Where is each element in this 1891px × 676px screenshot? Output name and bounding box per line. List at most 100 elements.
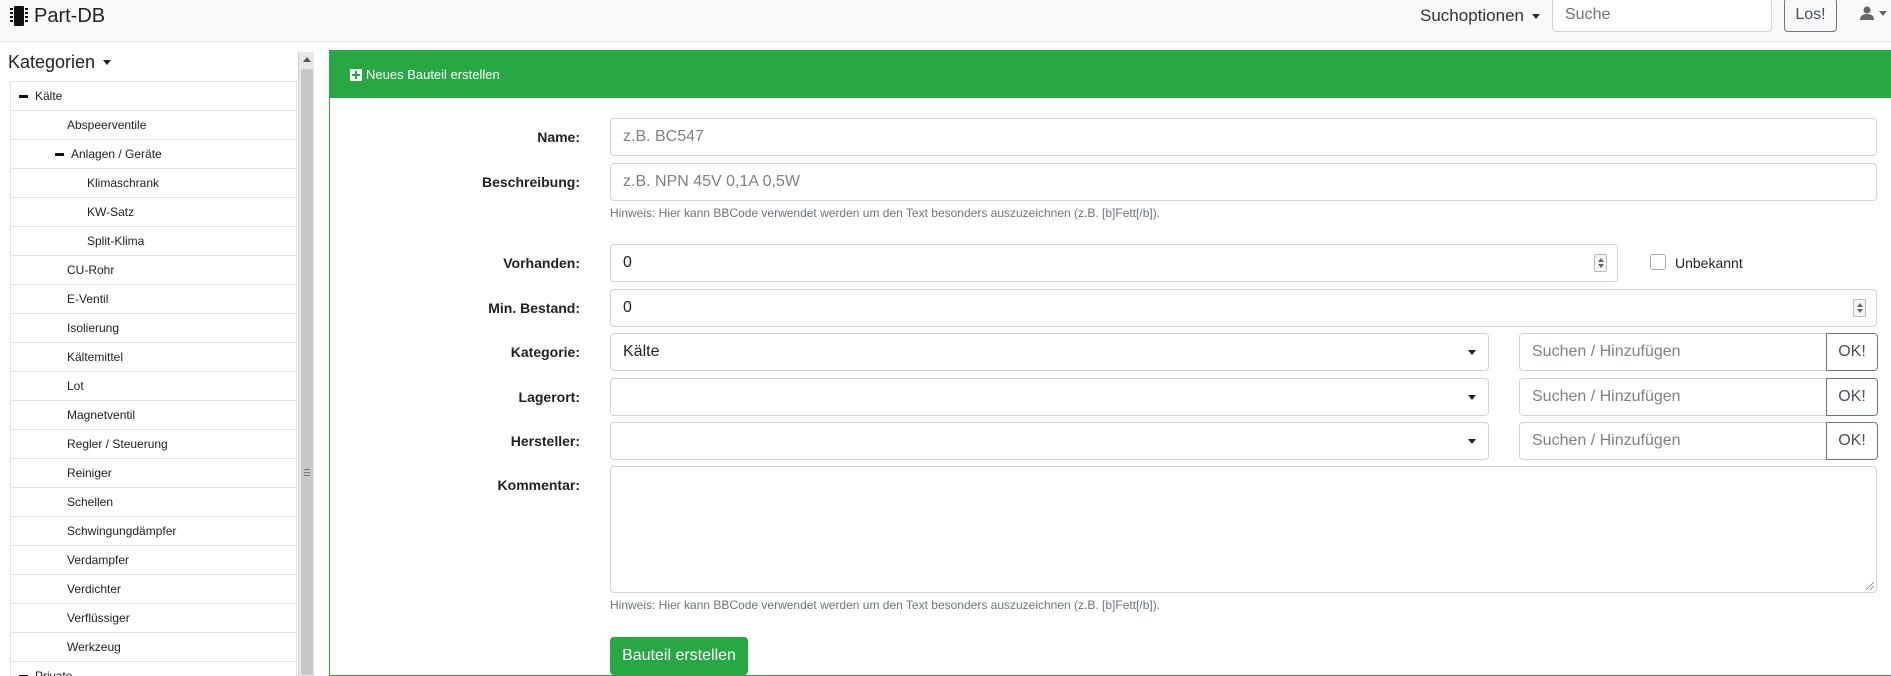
- tree-item[interactable]: Private: [10, 662, 297, 676]
- spinner-icon[interactable]: [1853, 299, 1866, 317]
- tree-item[interactable]: Verflüssiger: [10, 604, 297, 633]
- tree-item-label: Abspeerventile: [67, 118, 147, 132]
- tree-item-label: Verflüssiger: [67, 611, 130, 625]
- user-icon: [1860, 6, 1874, 20]
- storelocation-ok-button[interactable]: OK!: [1826, 378, 1878, 416]
- tree-item-label: Lot: [67, 379, 84, 393]
- tree-item[interactable]: CU-Rohr: [10, 256, 297, 285]
- tree-item-label: Magnetventil: [67, 408, 136, 422]
- tree-item[interactable]: Lot: [10, 372, 297, 401]
- scrollbar-thumb[interactable]: [301, 69, 313, 675]
- brand-text: Part-DB: [34, 4, 106, 27]
- search-button[interactable]: Los!: [1784, 0, 1837, 32]
- manufacturer-select[interactable]: [610, 422, 1489, 460]
- tree-item[interactable]: KW-Satz: [10, 198, 297, 227]
- tree-item[interactable]: Verdampfer: [10, 546, 297, 575]
- comment-hint: Hinweis: Hier kann BBCode verwendet werd…: [610, 598, 1161, 612]
- tree-item-label: Werkzeug: [67, 640, 121, 654]
- comment-label: Kommentar:: [497, 477, 580, 493]
- description-label: Beschreibung:: [481, 174, 580, 190]
- category-select[interactable]: Kälte: [610, 333, 1489, 371]
- tree-item-label: Regler / Steuerung: [67, 437, 168, 451]
- tree-item-label: Schellen: [67, 495, 114, 509]
- mininstock-input[interactable]: 0: [610, 289, 1877, 327]
- user-menu[interactable]: [1860, 6, 1887, 20]
- storelocation-select[interactable]: [610, 378, 1489, 416]
- category-label: Kategorie:: [510, 344, 580, 360]
- tree-item[interactable]: E-Ventil: [10, 285, 297, 314]
- search-options-dropdown[interactable]: Suchoptionen: [1420, 4, 1540, 28]
- instock-input[interactable]: 0: [610, 244, 1618, 282]
- tree-item[interactable]: Anlagen / Geräte: [10, 140, 297, 169]
- tree-item-label: Klimaschrank: [87, 176, 160, 190]
- spinner-icon[interactable]: [1594, 254, 1607, 272]
- tree-item-label: Private: [35, 669, 73, 676]
- category-value: Kälte: [623, 343, 660, 360]
- tree-item-label: Isolierung: [67, 321, 120, 335]
- tree-item-label: Schwingungdämpfer: [67, 524, 177, 538]
- tree-item-label: Verdampfer: [67, 553, 130, 567]
- plus-square-icon: [350, 68, 362, 81]
- description-input[interactable]: [610, 163, 1877, 201]
- navbar: Part-DB Suchoptionen Los!: [0, 0, 1891, 42]
- sidebar-title-dropdown[interactable]: Kategorien: [8, 52, 112, 73]
- resize-grip-icon[interactable]: [1866, 582, 1874, 590]
- tree-item[interactable]: Schwingungdämpfer: [10, 517, 297, 546]
- mininstock-label: Min. Bestand:: [488, 300, 580, 316]
- grip-icon: [304, 469, 310, 478]
- search-options-label: Suchoptionen: [1420, 6, 1524, 25]
- tree-item[interactable]: Isolierung: [10, 314, 297, 343]
- sidebar-title: Kategorien: [8, 52, 96, 72]
- tree-item-label: Reiniger: [67, 466, 112, 480]
- caret-down-icon: [103, 60, 112, 65]
- unknown-label: Unbekannt: [1675, 255, 1743, 271]
- manufacturer-label: Hersteller:: [510, 433, 580, 449]
- caret-down-icon: [1531, 13, 1540, 19]
- category-ok-button[interactable]: OK!: [1826, 333, 1878, 371]
- tree-item[interactable]: Split-Klima: [10, 227, 297, 256]
- tree-item-label: Kältemittel: [67, 350, 124, 364]
- tree-item[interactable]: Reiniger: [10, 459, 297, 488]
- storelocation-search-input[interactable]: [1519, 378, 1827, 416]
- instock-value: 0: [623, 254, 632, 271]
- tree-item[interactable]: Magnetventil: [10, 401, 297, 430]
- tree-item[interactable]: Werkzeug: [10, 633, 297, 662]
- caret-down-icon: [1468, 439, 1476, 444]
- tree-item[interactable]: Kältemittel: [10, 343, 297, 372]
- minus-icon[interactable]: [19, 94, 28, 98]
- tree-item[interactable]: Verdichter: [10, 575, 297, 604]
- tree-item[interactable]: Schellen: [10, 488, 297, 517]
- chip-icon: [10, 6, 28, 26]
- tree-item[interactable]: Kälte: [10, 82, 297, 111]
- scroll-up-arrow-icon[interactable]: [299, 52, 314, 67]
- caret-down-icon: [1468, 395, 1476, 400]
- instock-label: Vorhanden:: [503, 255, 580, 271]
- caret-down-icon: [1879, 10, 1887, 16]
- manufacturer-ok-button[interactable]: OK!: [1826, 422, 1878, 460]
- tree-item-label: Anlagen / Geräte: [71, 147, 162, 161]
- search-input[interactable]: [1552, 0, 1772, 32]
- unknown-checkbox[interactable]: [1650, 254, 1666, 270]
- tree-item[interactable]: Abspeerventile: [10, 111, 297, 140]
- tree-item-label: Verdichter: [67, 582, 122, 596]
- minus-icon[interactable]: [55, 152, 64, 156]
- sidebar-scrollbar[interactable]: [298, 52, 314, 676]
- description-hint: Hinweis: Hier kann BBCode verwendet werd…: [610, 206, 1161, 220]
- name-input[interactable]: [610, 118, 1877, 156]
- tree-item-label: CU-Rohr: [67, 263, 115, 277]
- name-label: Name:: [537, 129, 580, 145]
- card-header: Neues Bauteil erstellen: [330, 51, 1891, 98]
- tree-item-label: KW-Satz: [87, 205, 135, 219]
- mininstock-value: 0: [623, 299, 632, 316]
- comment-textarea[interactable]: [610, 466, 1877, 593]
- caret-down-icon: [1468, 350, 1476, 355]
- tree-item[interactable]: Klimaschrank: [10, 169, 297, 198]
- tree-item-label: Split-Klima: [87, 234, 145, 248]
- tree-item[interactable]: Regler / Steuerung: [10, 430, 297, 459]
- create-part-button[interactable]: Bauteil erstellen: [610, 637, 748, 675]
- category-search-input[interactable]: [1519, 333, 1827, 371]
- manufacturer-search-input[interactable]: [1519, 422, 1827, 460]
- brand-link[interactable]: Part-DB: [10, 2, 105, 30]
- storelocation-label: Lagerort:: [518, 389, 580, 405]
- tree-item-label: E-Ventil: [67, 292, 109, 306]
